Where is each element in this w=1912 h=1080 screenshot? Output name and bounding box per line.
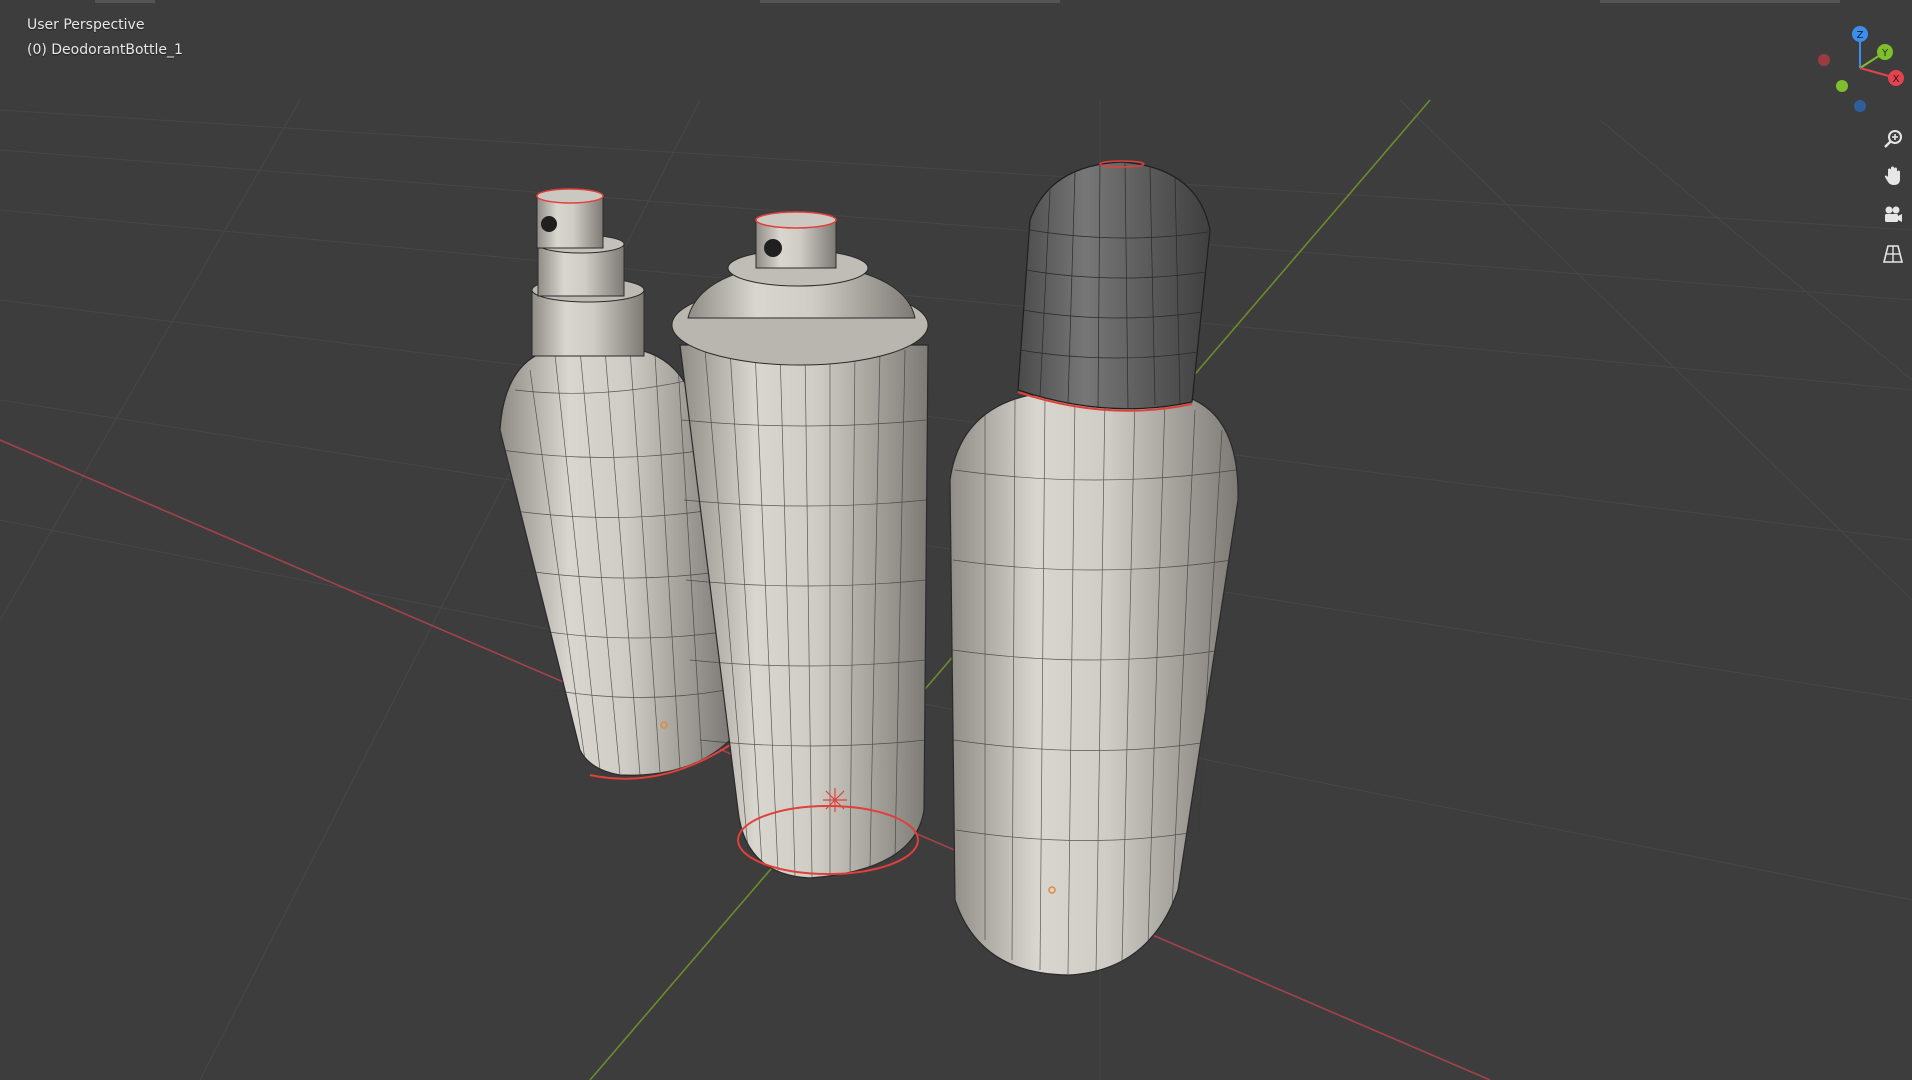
3d-viewport[interactable]: User Perspective (0) DeodorantBottle_1 Z… [0, 0, 1912, 1080]
gizmo-neg-z-icon [1854, 100, 1866, 112]
pan-hand-icon [1884, 166, 1900, 185]
zoom-button[interactable] [1878, 124, 1908, 154]
gizmo-z-label: Z [1857, 30, 1864, 41]
header-edge [95, 0, 155, 3]
pan-button[interactable] [1878, 161, 1908, 191]
navigation-gizmo[interactable]: Z Y X [1808, 18, 1912, 118]
deodorant-bottle-mesh [949, 160, 1239, 976]
gizmo-neg-x-icon [1818, 54, 1830, 66]
camera-icon [1885, 206, 1902, 222]
perspective-toggle-button[interactable] [1878, 239, 1908, 269]
object-origin-icon [823, 788, 847, 812]
spray-can-mesh [671, 211, 929, 879]
spray-bottle-mesh [499, 188, 731, 780]
grid-perspective-icon [1882, 245, 1904, 263]
zoom-icon [1884, 130, 1902, 148]
gizmo-neg-y-icon [1836, 80, 1848, 92]
viewport-scene[interactable] [0, 0, 1912, 1080]
active-object-label: (0) DeodorantBottle_1 [27, 42, 183, 58]
view-perspective-label: User Perspective [27, 17, 145, 33]
gizmo-y-label: Y [1881, 48, 1889, 59]
header-edge [760, 0, 1060, 3]
gizmo-x-label: X [1893, 74, 1900, 85]
header-edge [1600, 0, 1840, 3]
camera-view-button[interactable] [1878, 200, 1908, 230]
